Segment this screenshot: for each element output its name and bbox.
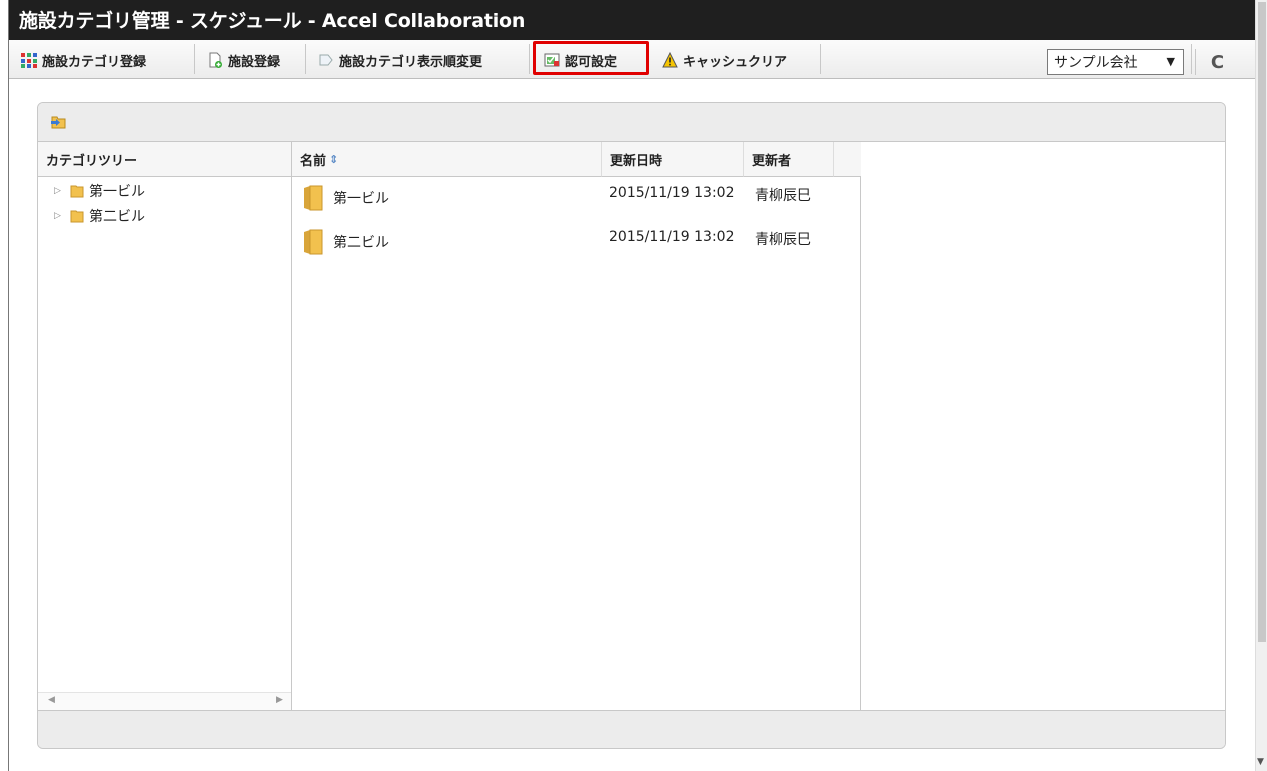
- category-grid-icon: [21, 52, 37, 68]
- sort-icon[interactable]: ⇕: [329, 153, 338, 166]
- row-updated-by: 青柳辰巳: [755, 188, 811, 204]
- category-list-pane: 名前 ⇕ 更新日時 更新者 第一ビル 2015/11/19 13:02 青柳辰巳…: [292, 142, 861, 710]
- register-facility-button[interactable]: 施設登録: [207, 46, 280, 74]
- toolbar: 施設カテゴリ登録 施設登録 施設カテゴリ表示順変更 認可設定 キャッシュクリア …: [9, 40, 1255, 79]
- folder-navigate-icon[interactable]: [50, 113, 67, 130]
- toolbar-separator: [1191, 44, 1192, 74]
- updated-by-column-header[interactable]: 更新者: [744, 142, 834, 177]
- tree-item-label: 第一ビル: [89, 184, 145, 200]
- tree-item[interactable]: ▷ 第二ビル: [54, 205, 145, 227]
- scrollbar-thumb[interactable]: [1258, 2, 1266, 642]
- updated-at-column-header[interactable]: 更新日時: [602, 142, 744, 177]
- tree-item[interactable]: ▷ 第一ビル: [54, 180, 145, 202]
- register-facility-label: 施設登録: [228, 54, 281, 70]
- panel-footer: [38, 710, 1225, 748]
- register-category-label: 施設カテゴリ登録: [42, 54, 147, 70]
- add-document-icon: [207, 52, 223, 68]
- row-updated-at: 2015/11/19 13:02: [609, 185, 735, 201]
- toolbar-separator: [194, 44, 195, 74]
- name-column-header[interactable]: 名前 ⇕: [292, 142, 602, 177]
- page-scrollbar[interactable]: ▼: [1255, 0, 1267, 771]
- panel-body: カテゴリツリー ▷ 第一ビル ▷ 第二ビル ◀ ▶ 名前 ⇕ 更新日時 更新者 …: [38, 142, 1225, 710]
- row-name-cell: 第一ビル: [302, 184, 389, 212]
- row-name-cell: 第二ビル: [302, 228, 389, 256]
- page-title: 施設カテゴリ管理 - スケジュール - Accel Collaboration: [19, 10, 526, 32]
- column-header-spacer: [834, 142, 861, 177]
- toolbar-separator: [305, 44, 306, 74]
- register-category-button[interactable]: 施設カテゴリ登録: [21, 46, 146, 74]
- row-updated-by: 青柳辰巳: [755, 232, 811, 248]
- sort-order-icon: [318, 52, 334, 68]
- scroll-left-arrow-icon[interactable]: ◀: [48, 695, 55, 705]
- facility-category-panel: カテゴリツリー ▷ 第一ビル ▷ 第二ビル ◀ ▶ 名前 ⇕ 更新日時 更新者 …: [37, 102, 1226, 749]
- name-column-label: 名前: [300, 153, 327, 169]
- title-bar: 施設カテゴリ管理 - スケジュール - Accel Collaboration: [9, 0, 1255, 40]
- detail-pane: [861, 142, 1225, 710]
- scroll-down-arrow-icon[interactable]: ▼: [1257, 757, 1264, 767]
- expand-arrow-icon[interactable]: ▷: [54, 211, 70, 221]
- warning-icon: [662, 51, 678, 68]
- row-name-label: 第二ビル: [333, 235, 389, 251]
- folder-icon: [70, 209, 84, 223]
- change-category-order-button[interactable]: 施設カテゴリ表示順変更: [318, 46, 482, 74]
- refresh-icon: C: [1210, 51, 1225, 73]
- change-category-order-label: 施設カテゴリ表示順変更: [339, 54, 483, 70]
- table-row[interactable]: 第一ビル 2015/11/19 13:02 青柳辰巳: [292, 178, 861, 222]
- folder-icon: [70, 184, 84, 198]
- category-tree-pane: カテゴリツリー ▷ 第一ビル ▷ 第二ビル ◀ ▶: [38, 142, 292, 710]
- folder-icon: [302, 228, 324, 256]
- company-select[interactable]: サンプル会社 ▼: [1047, 49, 1184, 75]
- application-frame: 施設カテゴリ管理 - スケジュール - Accel Collaboration …: [0, 0, 1267, 771]
- dropdown-arrow-icon: ▼: [1166, 55, 1175, 68]
- tree-item-label: 第二ビル: [89, 209, 145, 225]
- row-updated-at: 2015/11/19 13:02: [609, 229, 735, 245]
- panel-header: [38, 103, 1225, 142]
- tree-horizontal-scrollbar[interactable]: ◀ ▶: [38, 692, 291, 710]
- expand-arrow-icon[interactable]: ▷: [54, 186, 70, 196]
- table-row[interactable]: 第二ビル 2015/11/19 13:02 青柳辰巳: [292, 222, 861, 266]
- window-left-edge: [0, 0, 9, 771]
- toolbar-separator: [529, 44, 530, 74]
- clear-cache-label: キャッシュクリア: [683, 54, 788, 70]
- scroll-right-arrow-icon[interactable]: ▶: [276, 695, 283, 705]
- folder-icon: [302, 184, 324, 212]
- row-name-label: 第一ビル: [333, 191, 389, 207]
- toolbar-separator: [820, 44, 821, 74]
- company-select-value: サンプル会社: [1054, 55, 1138, 71]
- clear-cache-button[interactable]: キャッシュクリア: [662, 46, 787, 74]
- highlight-box: [533, 41, 649, 75]
- refresh-button[interactable]: C: [1195, 49, 1239, 75]
- category-tree-header: カテゴリツリー: [38, 142, 291, 177]
